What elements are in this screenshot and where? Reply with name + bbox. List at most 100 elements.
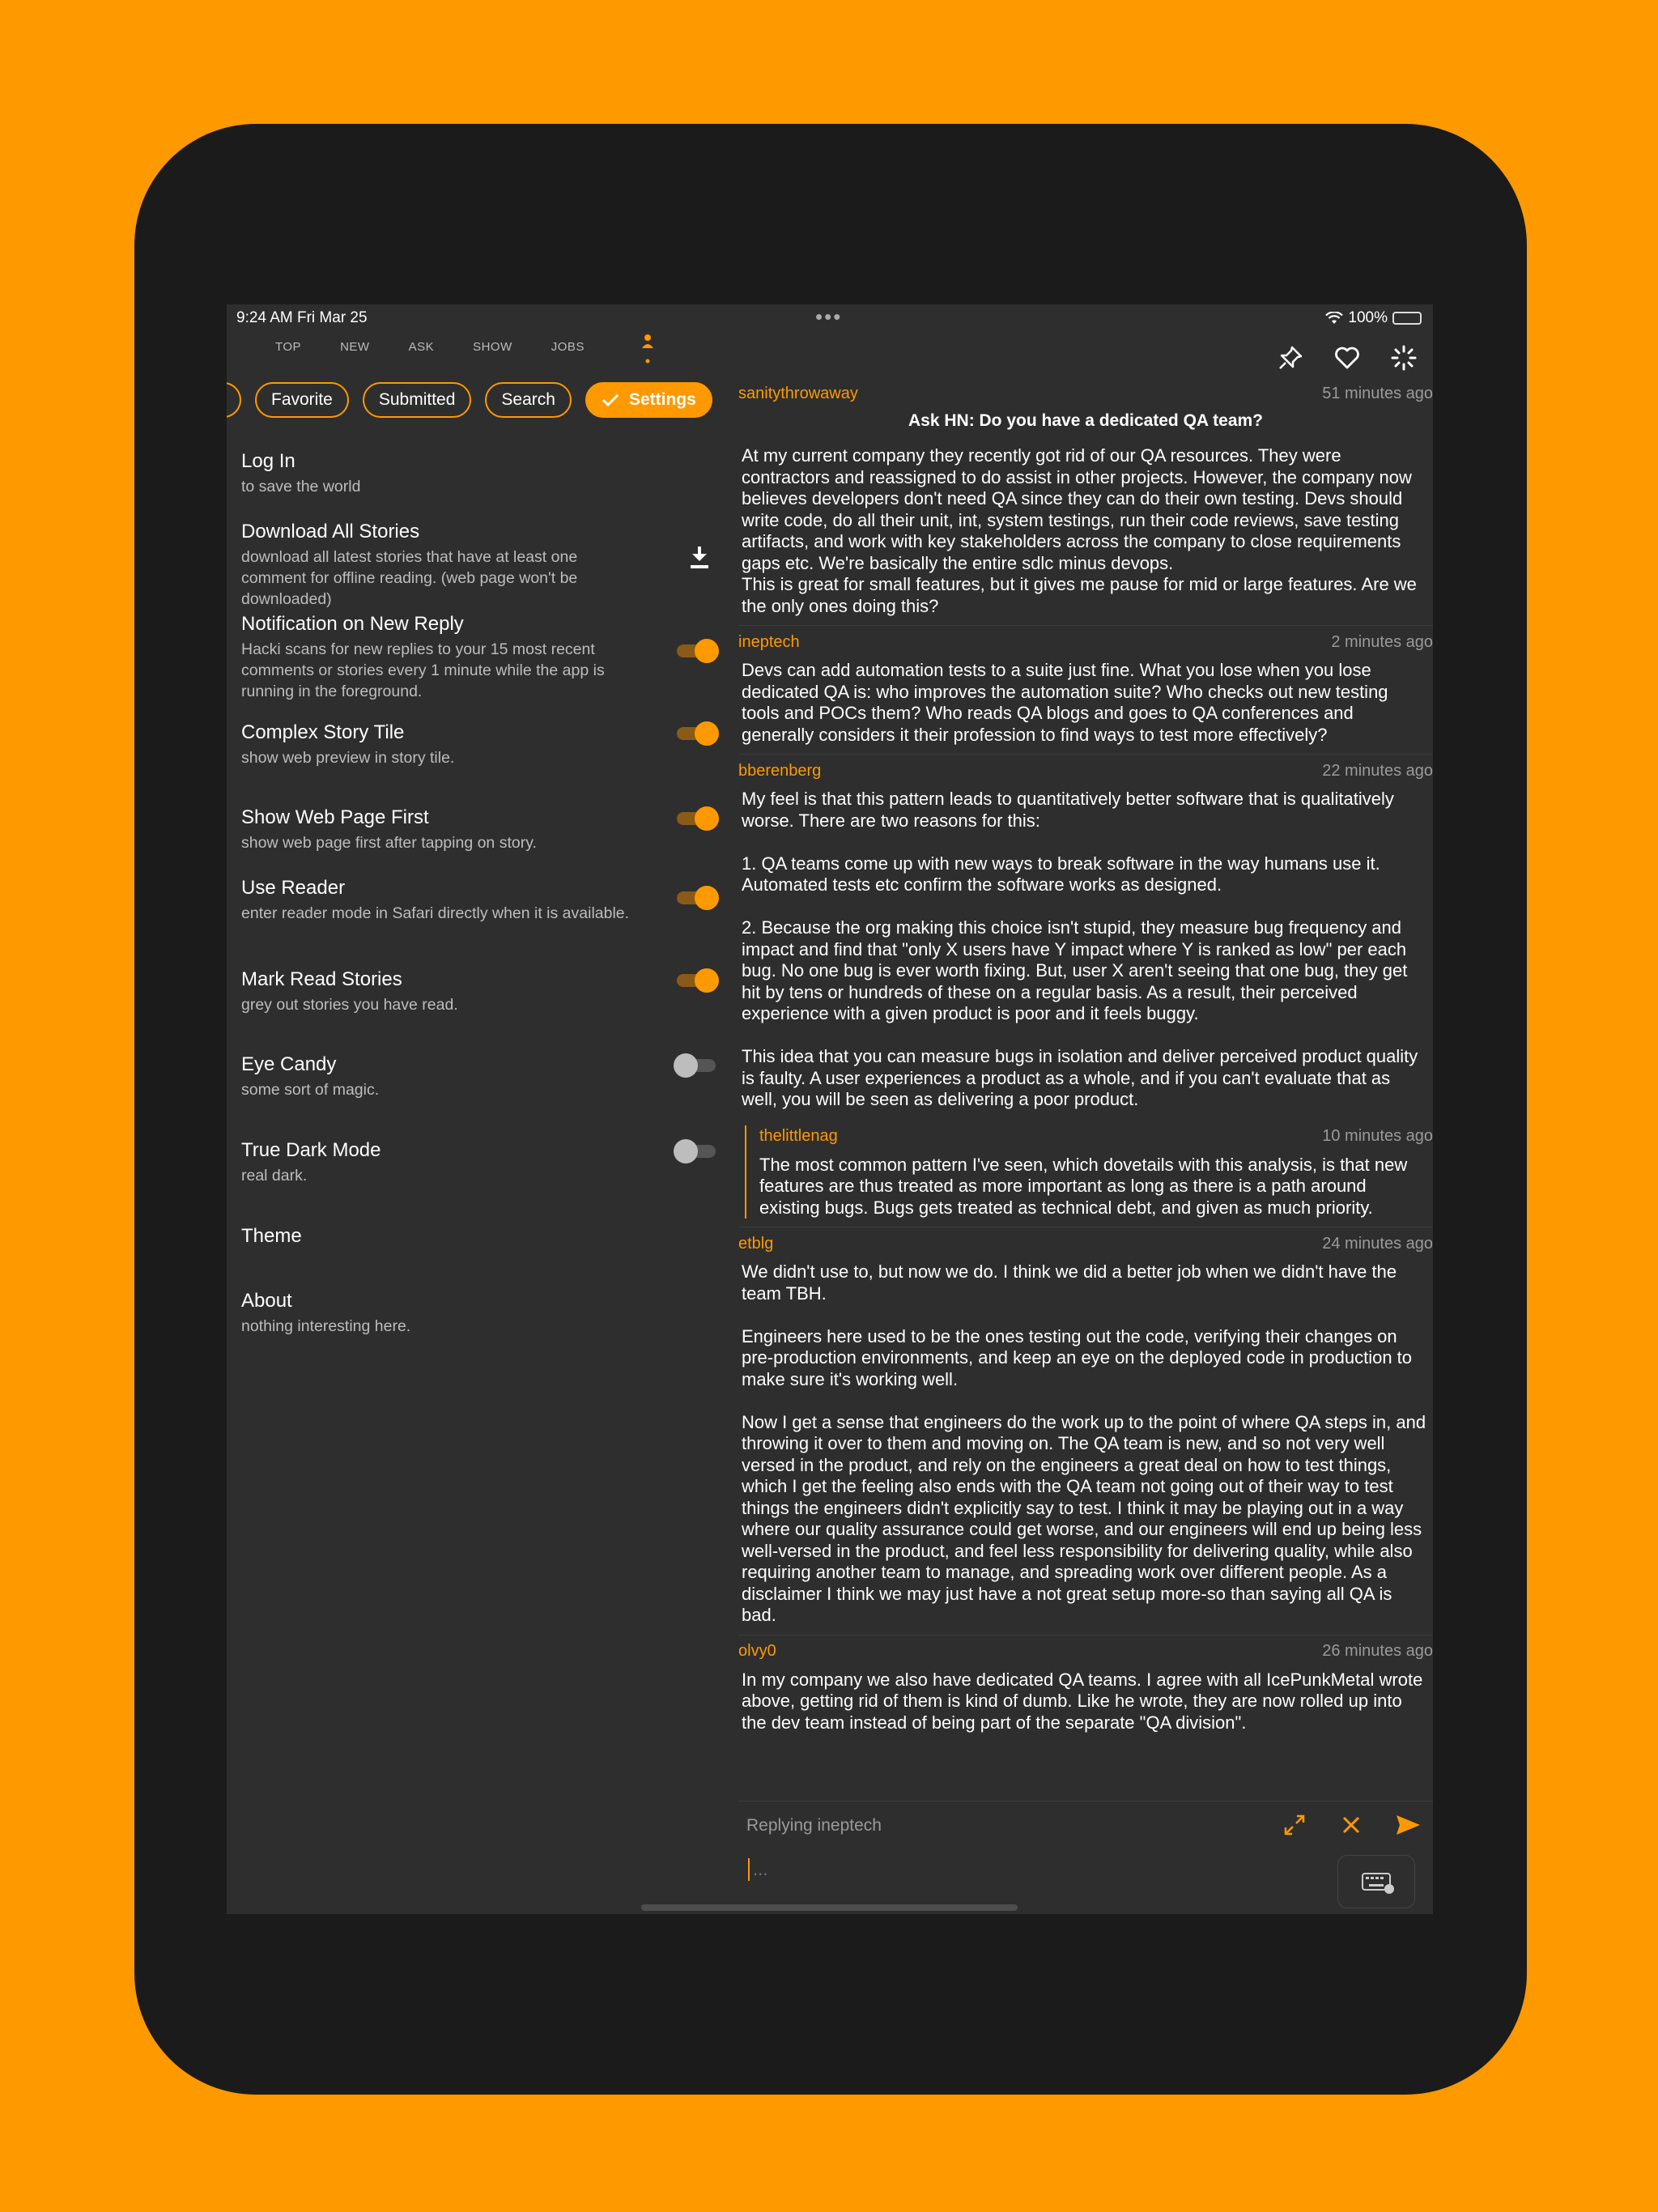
comment-meta: thelittlenag 10 minutes ago <box>759 1125 1433 1148</box>
story-time: 51 minutes ago <box>1322 384 1433 402</box>
filter-chips: Favorite Submitted Search Settings <box>227 382 712 418</box>
setting-title: Theme <box>241 1225 302 1247</box>
setting-title: Log In <box>241 450 295 472</box>
tab-top[interactable]: TOP <box>275 335 301 354</box>
status-right: 100% <box>1325 309 1422 327</box>
tab-ask[interactable]: ASK <box>409 335 435 354</box>
toggle-switch[interactable] <box>674 968 719 993</box>
tab-new[interactable]: NEW <box>340 335 370 354</box>
chip-submitted[interactable]: Submitted <box>362 382 472 418</box>
reply-label: Replying ineptech <box>746 1816 882 1835</box>
setting-subtitle: show web preview in story tile. <box>241 749 455 767</box>
download-icon[interactable] <box>688 545 711 569</box>
status-time: 9:24 AM Fri Mar 25 <box>236 309 368 326</box>
story-header: sanitythrowaway 51 minutes ago Ask HN: D… <box>738 382 1433 617</box>
setting-title: Eye Candy <box>241 1053 337 1075</box>
reply-input[interactable]: ... <box>748 1858 767 1881</box>
comment-meta: etblg 24 minutes ago <box>738 1232 1433 1255</box>
comment[interactable]: bberenberg 22 minutes ago My feel is tha… <box>738 754 1433 1219</box>
comment-time: 26 minutes ago <box>1322 1642 1433 1660</box>
setting-true-dark-mode[interactable]: True Dark Mode real dark. <box>241 1139 719 1186</box>
story-title[interactable]: Ask HN: Do you have a dedicated QA team? <box>738 411 1433 431</box>
comment-text: In my company we also have dedicated QA … <box>742 1669 1423 1733</box>
chip-settings-label: Settings <box>628 390 696 409</box>
nested-comment[interactable]: thelittlenag 10 minutes ago The most com… <box>745 1125 1433 1219</box>
comment[interactable]: olvy0 26 minutes ago In my company we al… <box>738 1634 1433 1734</box>
setting-use-reader[interactable]: Use Reader enter reader mode in Safari d… <box>241 877 719 924</box>
setting-subtitle: Hacki scans for new replies to your 15 m… <box>241 640 605 700</box>
setting-show-web-page-first[interactable]: Show Web Page First show web page first … <box>241 806 719 853</box>
comment[interactable]: etblg 24 minutes ago We didn't use to, b… <box>738 1227 1433 1627</box>
setting-log-in[interactable]: Log In to save the world <box>241 450 719 497</box>
setting-title: Complex Story Tile <box>241 721 405 743</box>
setting-eye-candy[interactable]: Eye Candy some sort of magic. <box>241 1053 719 1100</box>
setting-title: About <box>241 1290 292 1312</box>
setting-subtitle: real dark. <box>241 1167 308 1185</box>
toggle-switch[interactable] <box>674 806 719 831</box>
expand-icon[interactable] <box>1281 1811 1308 1839</box>
story-actions <box>1276 343 1418 372</box>
setting-subtitle: enter reader mode in Safari directly whe… <box>241 904 630 922</box>
chip-partial[interactable] <box>227 382 241 418</box>
battery-icon <box>1392 312 1422 325</box>
heart-icon[interactable] <box>1333 343 1362 372</box>
check-icon <box>602 393 619 407</box>
setting-notification-new-reply[interactable]: Notification on New Reply Hacki scans fo… <box>241 613 719 702</box>
multitasking-dots-icon[interactable]: ••• <box>815 304 842 330</box>
send-icon[interactable] <box>1394 1811 1422 1839</box>
status-bar: 9:24 AM Fri Mar 25 ••• 100% <box>227 304 1433 332</box>
story-author[interactable]: sanitythrowaway <box>738 385 858 403</box>
setting-complex-story-tile[interactable]: Complex Story Tile show web preview in s… <box>241 721 719 768</box>
setting-title: Notification on New Reply <box>241 613 464 635</box>
comment-author[interactable]: bberenberg <box>738 762 821 781</box>
setting-subtitle: download all latest stories that have at… <box>241 548 578 608</box>
setting-subtitle: nothing interesting here. <box>241 1317 411 1335</box>
setting-title: Show Web Page First <box>241 806 429 828</box>
setting-subtitle: some sort of magic. <box>241 1081 380 1099</box>
toggle-switch[interactable] <box>674 886 719 910</box>
tab-show[interactable]: SHOW <box>473 335 512 354</box>
comment-meta: olvy0 26 minutes ago <box>738 1640 1433 1663</box>
setting-title: Use Reader <box>241 877 346 899</box>
setting-about[interactable]: About nothing interesting here. <box>241 1290 719 1337</box>
comment-time: 10 minutes ago <box>1322 1127 1433 1145</box>
comment-author[interactable]: thelittlenag <box>759 1127 838 1146</box>
comment-author[interactable]: etblg <box>738 1235 773 1253</box>
comment-thread: sanitythrowaway 51 minutes ago Ask HN: D… <box>738 382 1433 1791</box>
home-indicator <box>641 1904 1018 1911</box>
comment[interactable]: ineptech 2 minutes ago Devs can add auto… <box>738 625 1433 746</box>
comment-time: 22 minutes ago <box>1322 761 1433 780</box>
comment-author[interactable]: ineptech <box>738 633 800 652</box>
chip-search[interactable]: Search <box>485 382 572 418</box>
comment-author[interactable]: olvy0 <box>738 1642 776 1661</box>
battery-percent: 100% <box>1348 309 1388 326</box>
chip-favorite[interactable]: Favorite <box>255 382 349 418</box>
wifi-icon <box>1325 312 1344 324</box>
toggle-switch[interactable] <box>674 1139 719 1163</box>
setting-title: True Dark Mode <box>241 1139 381 1161</box>
setting-mark-read-stories[interactable]: Mark Read Stories grey out stories you h… <box>241 968 719 1015</box>
setting-subtitle: to save the world <box>241 478 361 496</box>
toggle-switch[interactable] <box>674 721 719 746</box>
chip-settings[interactable]: Settings <box>585 382 712 418</box>
comment-meta: bberenberg 22 minutes ago <box>738 759 1433 782</box>
close-icon[interactable] <box>1337 1811 1365 1839</box>
tab-jobs[interactable]: JOBS <box>551 335 585 354</box>
setting-theme[interactable]: Theme <box>241 1225 719 1248</box>
reply-bar: Replying ineptech ... <box>738 1801 1433 1914</box>
comment-time: 2 minutes ago <box>1331 632 1433 651</box>
comment-text: We didn't use to, but now we do. I think… <box>742 1261 1426 1625</box>
reply-actions <box>1281 1811 1422 1839</box>
pin-icon[interactable] <box>1276 343 1305 372</box>
setting-title: Mark Read Stories <box>241 968 402 990</box>
keyboard-toggle-button[interactable] <box>1337 1855 1415 1908</box>
comment-text: My feel is that this pattern leads to qu… <box>742 789 1418 1109</box>
toggle-switch[interactable] <box>674 639 719 663</box>
setting-title: Download All Stories <box>241 521 420 542</box>
comment-text: Devs can add automation tests to a suite… <box>742 660 1388 745</box>
setting-download-all-stories[interactable]: Download All Stories download all latest… <box>241 521 719 610</box>
story-text: At my current company they recently got … <box>742 445 1417 616</box>
toggle-switch[interactable] <box>674 1053 719 1078</box>
profile-tab-icon[interactable] <box>640 334 656 366</box>
sparkle-icon[interactable] <box>1389 343 1418 372</box>
